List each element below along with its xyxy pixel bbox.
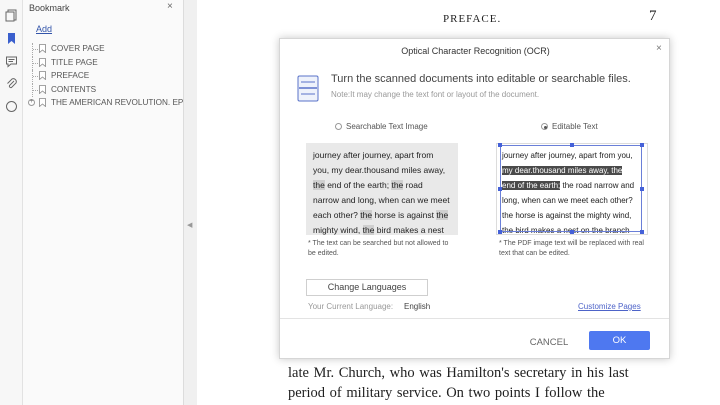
left-toolbar <box>0 0 23 405</box>
search-icon[interactable] <box>5 100 18 113</box>
bookmark-item-cover-page[interactable]: COVER PAGE <box>28 43 183 57</box>
sample-text: bird makes a nest <box>374 225 444 235</box>
dialog-title: Optical Character Recognition (OCR) <box>401 46 550 56</box>
ocr-dialog: Optical Character Recognition (OCR) × Tu… <box>279 38 670 359</box>
panel-splitter[interactable]: ◀ <box>183 0 197 405</box>
sample-line: the end of the earth; the road <box>313 178 450 193</box>
sample-text: journey after journey, apart from <box>313 150 434 160</box>
bookmark-item-preface[interactable]: PREFACE <box>28 70 183 84</box>
radio-button-selected[interactable] <box>541 123 548 130</box>
ok-button[interactable]: OK <box>589 331 650 350</box>
resize-handle[interactable] <box>498 187 502 191</box>
resize-handle[interactable] <box>640 230 644 234</box>
bookmark-label: PREFACE <box>51 71 90 80</box>
sample-text: end of the earth; <box>324 180 392 190</box>
attachment-icon[interactable] <box>5 77 18 90</box>
option-label: Editable Text <box>552 122 598 131</box>
comment-icon[interactable] <box>5 55 18 68</box>
change-languages-button[interactable]: Change Languages <box>306 279 428 296</box>
document-text-line: period of military service. On two point… <box>288 385 605 401</box>
dialog-divider <box>280 318 669 319</box>
resize-handle[interactable] <box>498 230 502 234</box>
bookmark-label: THE AMERICAN REVOLUTION. EP <box>51 98 183 107</box>
cancel-button[interactable]: CANCEL <box>519 334 579 351</box>
resize-handle[interactable] <box>640 143 644 147</box>
bookmark-page-icon <box>39 98 46 107</box>
customize-pages-link[interactable]: Customize Pages <box>578 302 641 311</box>
bookmark-item-american-revolution[interactable]: + THE AMERICAN REVOLUTION. EP <box>28 97 183 111</box>
sample-line: each other? the horse is against the <box>313 208 450 223</box>
searchable-caption: * The text can be searched but not allow… <box>308 240 449 257</box>
current-language-value: English <box>404 302 431 311</box>
sample-text: each other? <box>313 210 361 220</box>
ocr-scan-icon <box>297 75 319 102</box>
editable-caption: * The PDF image text will be replaced wi… <box>499 240 644 257</box>
sample-line: mighty wind, the bird makes a nest <box>313 223 450 238</box>
sample-text: mighty wind, <box>313 225 363 235</box>
sample-text: horse is against <box>372 210 437 220</box>
sample-line: narrow and long, when can we meet <box>313 193 450 208</box>
close-icon[interactable]: × <box>656 43 662 54</box>
bookmark-item-title-page[interactable]: TITLE PAGE <box>28 56 183 70</box>
search-highlight: the <box>391 180 404 190</box>
sample-text: narrow and long, when can we meet <box>313 195 450 205</box>
bookmark-panel: Bookmark × Add COVER PAGE TITLE PAGE PRE… <box>23 0 183 405</box>
resize-handle[interactable] <box>570 143 574 147</box>
search-highlight: the <box>362 225 375 235</box>
searchable-sample-text: journey after journey, apart from you, my… <box>313 148 450 238</box>
panel-title: Bookmark <box>29 3 70 13</box>
sample-line: journey after journey, apart from <box>313 148 450 163</box>
search-highlight: the <box>436 210 449 220</box>
add-bookmark-link[interactable]: Add <box>36 24 52 34</box>
resize-handle[interactable] <box>640 187 644 191</box>
resize-handle[interactable] <box>570 230 574 234</box>
bookmark-page-icon <box>39 71 46 80</box>
bookmark-tree: COVER PAGE TITLE PAGE PREFACE CONTENTS +… <box>28 43 183 111</box>
page-number: 7 <box>649 8 657 24</box>
bookmark-icon[interactable] <box>5 32 18 45</box>
radio-button[interactable] <box>335 123 342 130</box>
page-header: PREFACE. <box>443 13 502 25</box>
bookmark-label: TITLE PAGE <box>51 57 98 67</box>
dialog-heading: Turn the scanned documents into editable… <box>331 73 631 85</box>
sample-text: road <box>403 180 423 190</box>
expand-icon[interactable]: + <box>28 99 35 106</box>
dialog-note: Note:It may change the text font or layo… <box>331 90 540 99</box>
document-text-line: late Mr. Church, who was Hamilton's secr… <box>288 365 629 381</box>
close-panel-icon[interactable]: × <box>167 1 173 12</box>
resize-handle[interactable] <box>498 143 502 147</box>
bookmark-label: COVER PAGE <box>51 44 105 53</box>
collapse-arrow-icon[interactable]: ◀ <box>187 221 192 229</box>
search-highlight: the <box>313 180 325 190</box>
bookmark-page-icon <box>39 57 46 67</box>
sample-text: you, my dear.thousand miles away, <box>313 165 446 175</box>
current-language-label: Your Current Language: <box>308 302 394 311</box>
bookmark-item-contents[interactable]: CONTENTS <box>28 83 183 97</box>
bookmark-page-icon <box>39 84 46 94</box>
option-editable-text[interactable]: Editable Text <box>541 122 598 131</box>
option-label: Searchable Text Image <box>346 122 428 131</box>
option-searchable-text-image[interactable]: Searchable Text Image <box>335 122 428 131</box>
selection-frame <box>498 143 644 234</box>
sample-line: you, my dear.thousand miles away, <box>313 163 450 178</box>
bookmark-page-icon <box>39 44 46 53</box>
search-highlight: the <box>360 210 373 220</box>
pages-icon[interactable] <box>5 9 18 22</box>
bookmark-label: CONTENTS <box>51 84 97 94</box>
